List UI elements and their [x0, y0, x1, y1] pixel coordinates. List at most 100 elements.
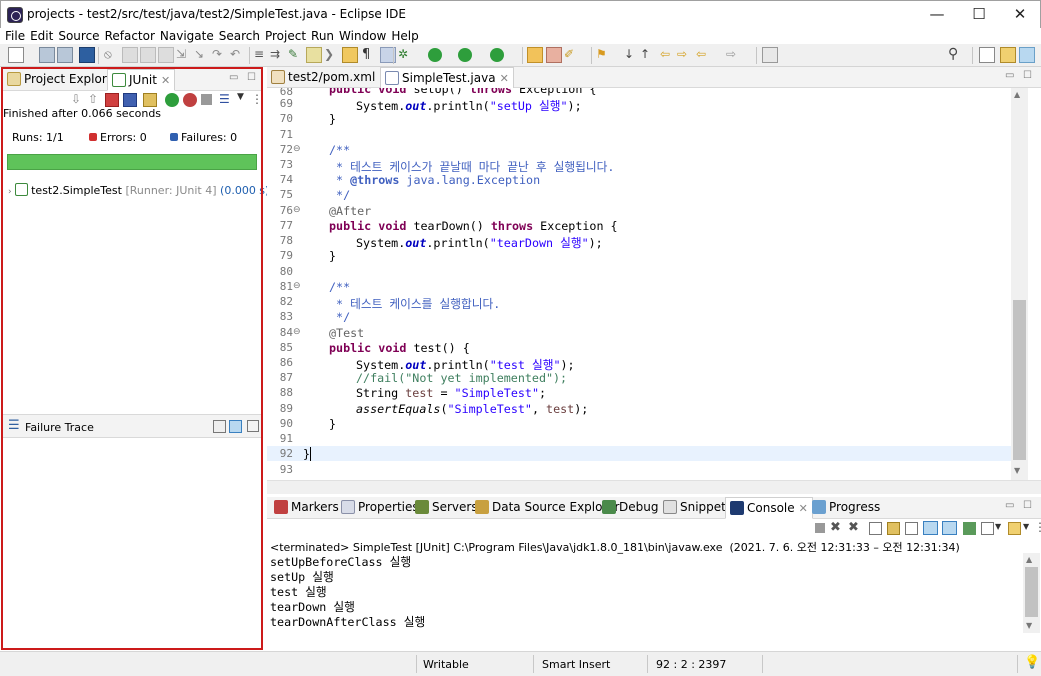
show-failures-only-icon[interactable]: [105, 93, 119, 107]
new-icon[interactable]: [8, 47, 24, 63]
save-all-icon[interactable]: [57, 47, 73, 63]
forward-icon[interactable]: ⇨: [726, 47, 742, 63]
annotation-icon[interactable]: ⚑: [596, 47, 612, 63]
editor-scrollbar[interactable]: ▲ ▼: [1011, 88, 1028, 480]
new-class-icon[interactable]: ✐: [564, 47, 580, 63]
view-menu-icon[interactable]: ⋮: [251, 92, 263, 106]
run-icon[interactable]: [428, 48, 442, 62]
minimize-icon[interactable]: ▭: [229, 72, 238, 83]
tab-markers[interactable]: Markers: [270, 497, 343, 519]
remove-launch-icon[interactable]: ✖: [830, 520, 841, 535]
menu-refactor[interactable]: Refactor: [100, 28, 155, 44]
last-edit-icon[interactable]: ⇦: [660, 47, 676, 63]
new-java-project-icon[interactable]: [527, 47, 543, 63]
suspend-icon[interactable]: [140, 47, 156, 63]
open-perspective-icon[interactable]: [979, 47, 995, 63]
fold-collapse-icon[interactable]: ⊖: [293, 281, 301, 291]
run-external-tools-icon[interactable]: [490, 48, 504, 62]
toggle-word-wrap-icon[interactable]: ≡: [254, 47, 270, 63]
filter-stack-trace-icon[interactable]: [229, 420, 242, 433]
menu-source[interactable]: Source: [53, 28, 99, 44]
terminate-console-icon[interactable]: [815, 523, 825, 533]
code-editor[interactable]: 68 69 70 71 72 73 74 75 76 77 78 79 80 8…: [267, 88, 1011, 480]
step-into-icon[interactable]: ↘: [194, 47, 210, 63]
compare-result-icon[interactable]: [213, 420, 226, 433]
open-console-icon[interactable]: [1008, 522, 1021, 535]
menu-run[interactable]: Run: [306, 28, 334, 44]
bottom-maximize-icon[interactable]: ☐: [1023, 500, 1032, 511]
editor-maximize-icon[interactable]: ☐: [1023, 70, 1032, 81]
scroll-up-icon[interactable]: ▲: [1014, 90, 1020, 99]
disconnect-icon[interactable]: ⇲: [176, 47, 192, 63]
block-selection-icon[interactable]: ⇉: [270, 47, 286, 63]
console-scroll-thumb[interactable]: [1025, 567, 1038, 617]
word-wrap-icon[interactable]: [905, 522, 918, 535]
menu-search[interactable]: Search: [214, 28, 260, 44]
tab-debug[interactable]: Debug: [598, 497, 662, 519]
debug-perspective-icon[interactable]: [1019, 47, 1035, 63]
fold-collapse-icon[interactable]: ⊖: [293, 327, 301, 337]
remove-all-launches-icon[interactable]: ✖: [848, 520, 859, 535]
tab-simpletest-java[interactable]: SimpleTest.java ✕: [380, 67, 514, 89]
menu-window[interactable]: Window: [334, 28, 386, 44]
console-scroll-down-icon[interactable]: ▼: [1026, 621, 1032, 630]
close-junit-tab-icon[interactable]: ✕: [161, 74, 170, 87]
tab-junit[interactable]: JUnit ✕: [107, 69, 176, 91]
prev-annotation-icon[interactable]: ↑: [640, 47, 656, 63]
pin-console-icon[interactable]: [963, 522, 976, 535]
scroll-lock-console-icon[interactable]: [887, 522, 900, 535]
show-skipped-icon[interactable]: [123, 93, 137, 107]
java-ee-perspective-icon[interactable]: [1000, 47, 1016, 63]
pin-editor-icon[interactable]: [762, 47, 778, 63]
next-failure-icon[interactable]: ⇩: [71, 92, 81, 106]
stop-test-icon[interactable]: [201, 94, 212, 105]
tab-progress[interactable]: Progress: [808, 497, 884, 519]
minimize-button[interactable]: —: [914, 1, 960, 29]
tab-console[interactable]: Console ✕: [725, 497, 813, 519]
terminate-icon[interactable]: [158, 47, 174, 63]
tips-lightbulb-icon[interactable]: 💡: [1024, 655, 1040, 670]
console-view-menu-icon[interactable]: ⋮: [1034, 520, 1041, 534]
forward-history-icon[interactable]: ⇨: [677, 47, 693, 63]
close-console-tab-icon[interactable]: ✕: [799, 502, 808, 515]
back-icon[interactable]: ⇦: [696, 47, 712, 63]
console-output[interactable]: setUpBeforeClass 실행 setUp 실행 test 실행 tea…: [270, 553, 1020, 629]
open-type-icon[interactable]: [342, 47, 358, 63]
show-stdout-icon[interactable]: [923, 521, 938, 535]
menu-project[interactable]: Project: [260, 28, 306, 44]
mark-occurrences-icon[interactable]: ✎: [288, 47, 304, 63]
test-history-icon[interactable]: ☰: [219, 92, 230, 106]
scroll-lock-icon[interactable]: [143, 93, 157, 107]
clear-console-icon[interactable]: [869, 522, 882, 535]
test-tree-item[interactable]: › test2.SimpleTest [Runner: JUnit 4] (0.…: [8, 183, 269, 197]
maximize-button[interactable]: ☐: [956, 1, 1002, 29]
show-whitespace-icon[interactable]: ❯: [324, 47, 340, 63]
show-stderr-icon[interactable]: [942, 521, 957, 535]
pilcrow-icon[interactable]: ¶: [362, 47, 378, 63]
tab-properties[interactable]: Properties: [337, 497, 423, 519]
copy-trace-icon[interactable]: [247, 420, 259, 432]
search-icon[interactable]: ⚲: [948, 46, 964, 62]
status-insert-mode[interactable]: Smart Insert: [542, 658, 610, 671]
fold-collapse-icon[interactable]: ⊖: [293, 205, 301, 215]
next-annotation-icon[interactable]: ↓: [624, 47, 640, 63]
menu-navigate[interactable]: Navigate: [155, 28, 214, 44]
close-editor-tab-icon[interactable]: ✕: [500, 72, 509, 85]
terminal-icon[interactable]: [79, 47, 95, 63]
bottom-minimize-icon[interactable]: ▭: [1005, 500, 1014, 511]
step-over-icon[interactable]: ↷: [212, 47, 228, 63]
skip-breakpoints-icon[interactable]: ⦸: [104, 47, 120, 63]
scroll-down-icon[interactable]: ▼: [1014, 466, 1020, 475]
debug-run-icon[interactable]: ✲: [398, 47, 414, 63]
highlight-icon[interactable]: [306, 47, 322, 63]
step-return-icon[interactable]: ↶: [230, 47, 246, 63]
display-console-icon[interactable]: [981, 522, 994, 535]
resume-icon[interactable]: [122, 47, 138, 63]
open-console-chevron-icon[interactable]: ▼: [1023, 522, 1029, 531]
scroll-thumb[interactable]: [1013, 300, 1026, 460]
display-console-chevron-icon[interactable]: ▼: [995, 522, 1001, 531]
tab-project-explorer[interactable]: Project Explorer: [3, 69, 123, 91]
tab-pom-xml[interactable]: test2/pom.xml: [267, 67, 379, 89]
new-package-icon[interactable]: [546, 47, 562, 63]
save-icon[interactable]: [39, 47, 55, 63]
